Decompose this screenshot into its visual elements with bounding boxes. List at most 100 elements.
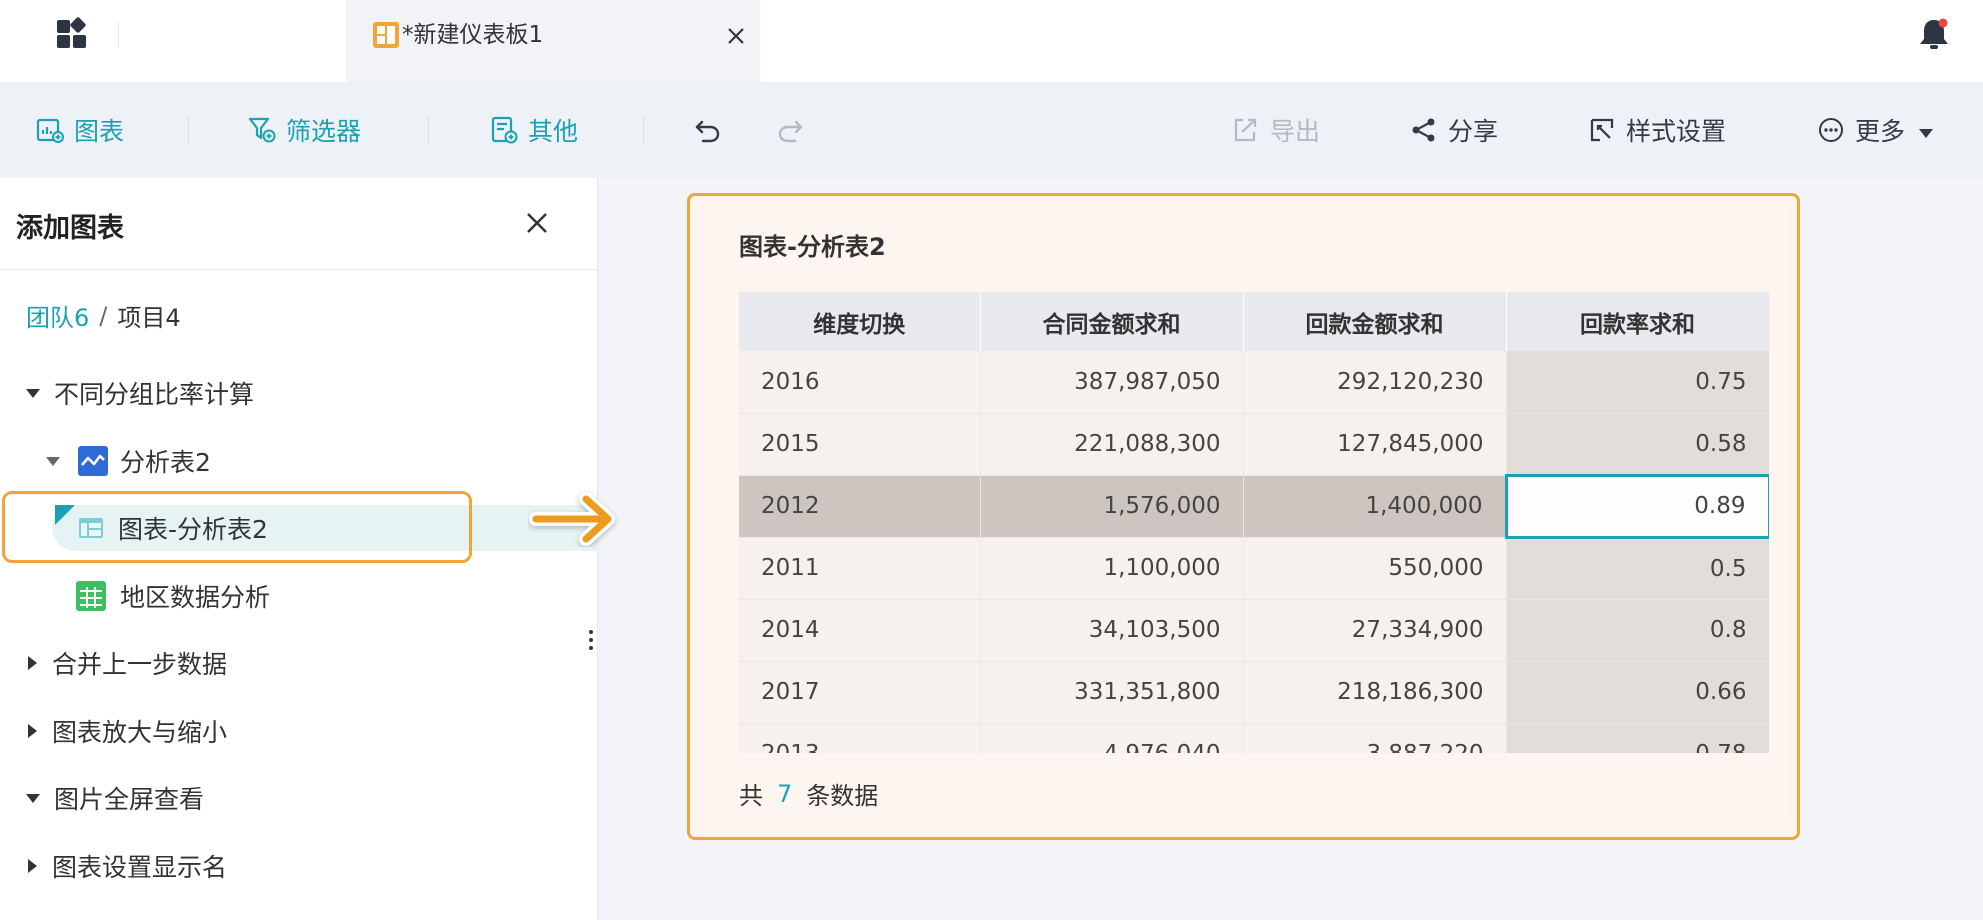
breadcrumb-separator: / [99,301,108,330]
add-chart-button[interactable]: 图表 [36,110,124,150]
apps-grid-icon[interactable] [52,14,92,54]
table-cell[interactable]: 1,576,000 [980,475,1244,538]
divider [428,116,429,144]
caret-right-icon [28,724,37,738]
tree-item-display-name[interactable]: 图表设置显示名 [28,841,227,891]
close-icon[interactable] [518,204,556,242]
table-row-selected[interactable]: 2012 1,576,000 1,400,000 0.89 [739,473,1769,539]
tree-item-group-ratio[interactable]: 不同分组比率计算 [26,368,254,418]
tree-item-merge-data[interactable]: 合并上一步数据 [28,638,227,688]
table-icon [78,515,104,541]
table-cell[interactable]: 0.66 [1506,661,1769,724]
table-cell[interactable]: 0.8 [1506,599,1769,662]
table-cell[interactable]: 127,845,000 [1243,413,1507,476]
table-row[interactable]: 2016 387,987,050 292,120,230 0.75 [739,351,1769,414]
tree-item-region-analysis[interactable]: 地区数据分析 [76,571,270,621]
style-brush-icon [1590,118,1614,142]
table-cell[interactable]: 3,887,220 [1243,723,1507,753]
record-count-value: 7 [777,779,793,808]
table-cell[interactable]: 34,103,500 [980,599,1244,662]
notification-bell-icon[interactable] [1916,16,1952,52]
caret-right-icon [28,859,37,873]
table-cell[interactable]: 1,400,000 [1243,475,1507,538]
toolbar: 图表 筛选器 其他 导出 分享 样式设置 更多 [0,82,1983,178]
table-cell[interactable]: 27,334,900 [1243,599,1507,662]
table-cell[interactable]: 218,186,300 [1243,661,1507,724]
table-cell[interactable]: 2013 [739,723,981,753]
caret-down-icon [46,456,60,466]
document-add-icon [491,116,518,144]
table-cell[interactable]: 331,351,800 [980,661,1244,724]
divider [188,116,189,144]
table-cell[interactable]: 1,100,000 [980,537,1244,600]
column-header[interactable]: 合同金额求和 [980,292,1244,351]
redo-icon [778,120,803,143]
table-cell[interactable]: 387,987,050 [980,351,1244,414]
caret-down-icon [26,793,40,803]
table-cell[interactable]: 292,120,230 [1243,351,1507,414]
divider [0,269,597,270]
table-header-row: 维度切换 合同金额求和 回款金额求和 回款率求和 [739,292,1769,351]
filter-add-icon [248,117,276,143]
table-cell[interactable]: 550,000 [1243,537,1507,600]
table-cell[interactable]: 2015 [739,413,981,476]
arrow-right-icon [528,486,624,552]
table-cell[interactable]: 0.5 [1506,537,1769,600]
top-bar: *新建仪表板1 [0,0,1983,82]
column-header[interactable]: 回款金额求和 [1243,292,1507,351]
table-cell[interactable]: 2017 [739,661,981,724]
table-cell[interactable]: 2011 [739,537,981,600]
column-header[interactable]: 回款率求和 [1506,292,1769,351]
table-cell[interactable]: 2014 [739,599,981,662]
breadcrumb-project: 项目4 [117,304,181,332]
more-menu-button[interactable]: 更多 [1817,110,1934,150]
more-vertical-icon[interactable] [587,628,595,652]
tab-title: *新建仪表板1 [402,22,544,48]
tree-item-chart-analysis-table[interactable]: 图表-分析表2 [78,503,268,553]
tree-item-analysis-table[interactable]: 分析表2 [46,436,211,486]
widget-body: 图表-分析表2 维度切换 合同金额求和 回款金额求和 回款率求和 2016 38… [699,203,1788,819]
divider [643,116,644,144]
column-header[interactable]: 维度切换 [739,292,981,351]
tree-item-zoom-chart[interactable]: 图表放大与缩小 [28,706,227,756]
line-chart-icon [78,446,108,476]
widget-title: 图表-分析表2 [739,233,886,261]
table-row[interactable]: 2015 221,088,300 127,845,000 0.58 [739,413,1769,476]
table-row[interactable]: 2017 331,351,800 218,186,300 0.66 [739,661,1769,724]
table-cell[interactable]: 4,976,040 [980,723,1244,753]
table-cell[interactable]: 0.75 [1506,351,1769,414]
table-cell[interactable]: 0.58 [1506,413,1769,476]
add-filter-button[interactable]: 筛选器 [248,110,361,150]
undo-button[interactable] [694,110,722,150]
caret-right-icon [28,656,37,670]
more-dots-icon [1819,118,1843,142]
caret-down-icon [26,388,40,398]
export-icon [1234,118,1257,142]
add-other-button[interactable]: 其他 [490,110,578,150]
table-row[interactable]: 2014 34,103,500 27,334,900 0.8 [739,599,1769,662]
panel-title: 添加图表 [16,213,124,244]
style-settings-button[interactable]: 样式设置 [1588,110,1726,150]
table-row[interactable]: 2011 1,100,000 550,000 0.5 [739,537,1769,600]
share-button[interactable]: 分享 [1410,110,1498,150]
record-count: 共 7 条数据 [739,776,878,811]
table-cell-active[interactable]: 0.89 [1504,473,1769,539]
record-count-suffix: 条数据 [806,782,879,810]
table-row[interactable]: 2013 4,976,040 3,887,220 0.78 [739,723,1769,753]
breadcrumb-team[interactable]: 团队6 [26,298,89,333]
close-icon[interactable] [722,22,750,50]
table-cell[interactable]: 0.78 [1506,723,1769,753]
table-cell[interactable]: 2012 [739,475,981,538]
data-table: 维度切换 合同金额求和 回款金额求和 回款率求和 2016 387,987,05… [739,292,1769,753]
tree-item-fullscreen-image[interactable]: 图片全屏查看 [26,773,204,823]
record-count-prefix: 共 [739,782,763,810]
redo-button[interactable] [776,110,804,150]
data-table-viewport[interactable]: 维度切换 合同金额求和 回款金额求和 回款率求和 2016 387,987,05… [739,292,1769,753]
export-button[interactable]: 导出 [1232,110,1320,150]
undo-icon [695,120,720,143]
share-icon [1412,118,1435,142]
table-widget[interactable]: 图表-分析表2 维度切换 合同金额求和 回款金额求和 回款率求和 2016 38… [687,193,1800,840]
tab-dashboard[interactable]: *新建仪表板1 [346,0,760,82]
table-cell[interactable]: 2016 [739,351,981,414]
table-cell[interactable]: 221,088,300 [980,413,1244,476]
